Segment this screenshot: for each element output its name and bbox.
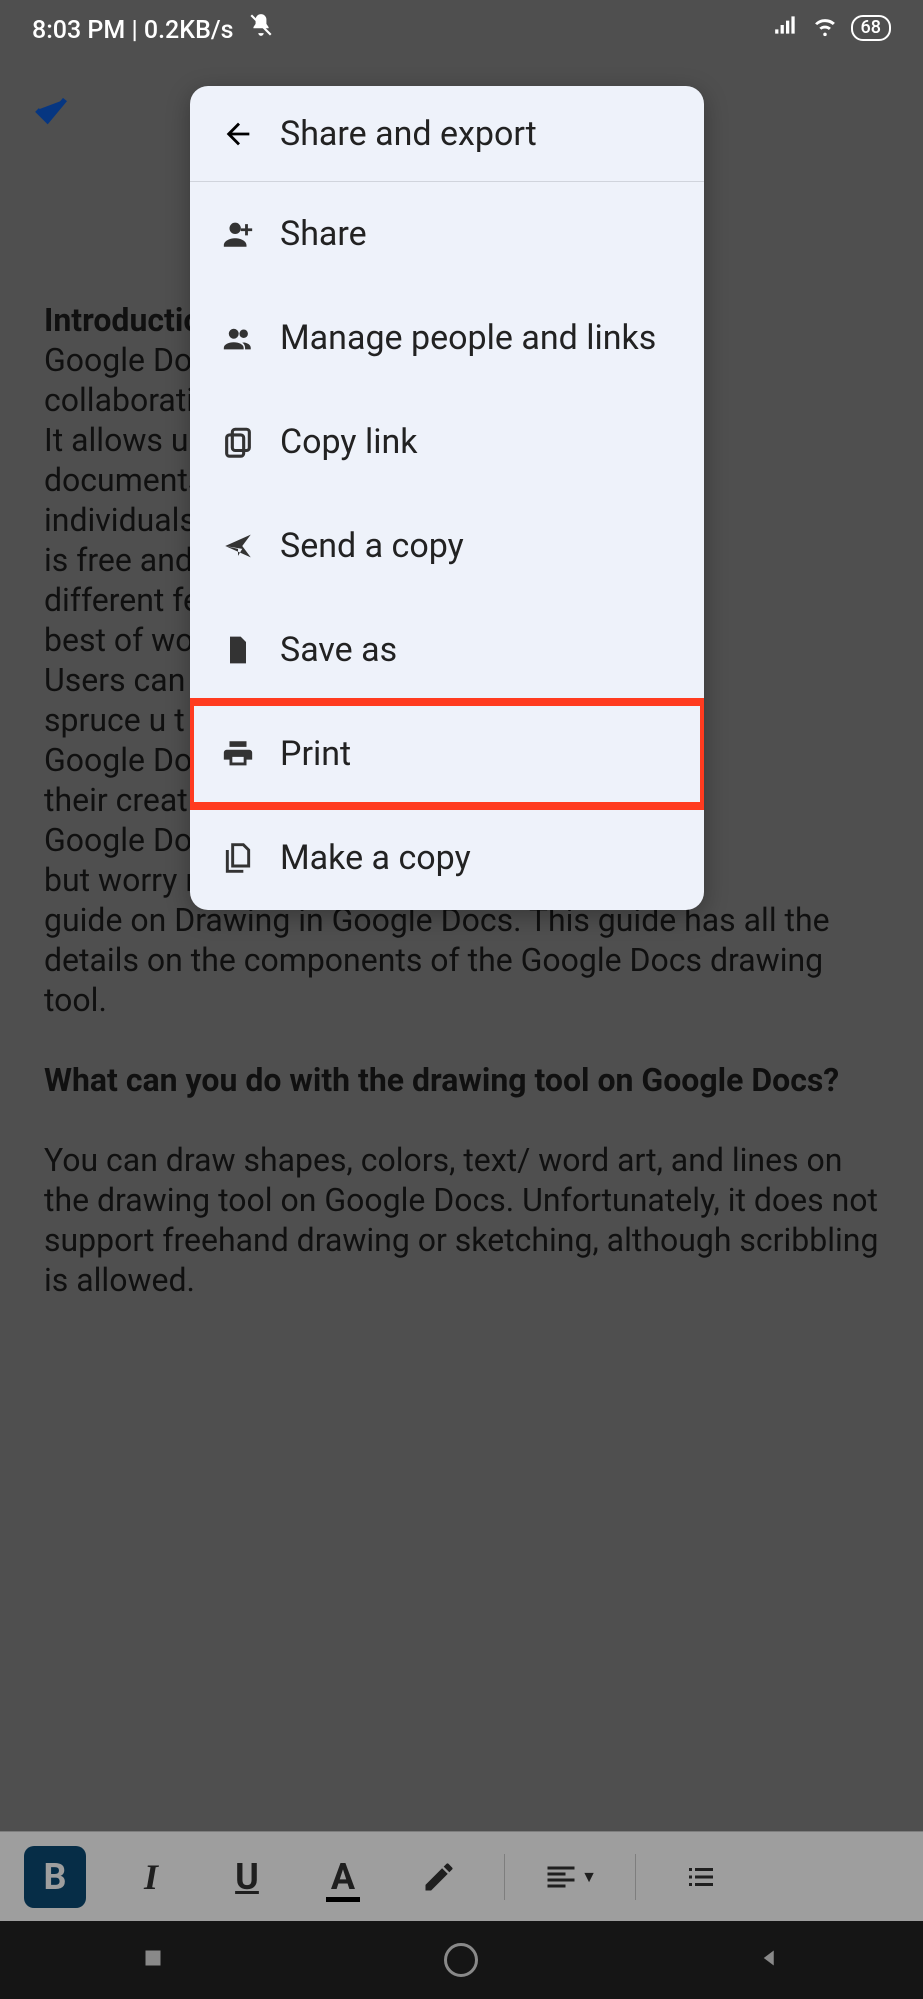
list-button[interactable] bbox=[670, 1846, 732, 1908]
status-time: 8:03 PM bbox=[32, 16, 125, 45]
menu-item-save-as[interactable]: Save as bbox=[190, 598, 704, 702]
menu-title: Share and export bbox=[280, 114, 537, 154]
doc-heading-2: What can you do with the drawing tool on… bbox=[44, 1060, 879, 1100]
toolbar-separator bbox=[504, 1854, 505, 1900]
recent-apps-button[interactable] bbox=[138, 1943, 168, 1977]
file-icon bbox=[214, 634, 262, 666]
chevron-down-icon: ▼ bbox=[581, 1867, 597, 1887]
menu-header: Share and export bbox=[190, 86, 704, 182]
people-icon bbox=[214, 321, 262, 355]
print-icon bbox=[214, 737, 262, 771]
menu-item-label: Send a copy bbox=[280, 526, 464, 566]
done-check-icon[interactable] bbox=[30, 89, 72, 142]
android-navbar bbox=[0, 1921, 923, 1999]
wifi-icon bbox=[811, 11, 839, 46]
mute-icon bbox=[248, 16, 274, 45]
doc-heading-intro: Introductio bbox=[44, 301, 201, 339]
toolbar-separator bbox=[635, 1854, 636, 1900]
menu-item-copy-link[interactable]: Copy link bbox=[190, 390, 704, 494]
menu-item-label: Save as bbox=[280, 630, 397, 670]
duplicate-icon bbox=[214, 842, 262, 874]
menu-item-label: Make a copy bbox=[280, 838, 471, 878]
share-export-menu: Share and export Share Manage people and… bbox=[190, 86, 704, 910]
battery-indicator: 68 bbox=[851, 15, 891, 41]
signal-icon bbox=[773, 12, 799, 45]
menu-item-label: Share bbox=[280, 214, 367, 254]
send-icon bbox=[214, 529, 262, 563]
copy-icon bbox=[214, 425, 262, 459]
person-add-icon bbox=[214, 217, 262, 251]
underline-button[interactable]: U bbox=[216, 1846, 278, 1908]
doc-para-2: You can draw shapes, colors, text/ word … bbox=[44, 1140, 879, 1300]
italic-button[interactable]: I bbox=[120, 1846, 182, 1908]
menu-item-label: Copy link bbox=[280, 422, 418, 462]
home-button[interactable] bbox=[444, 1943, 478, 1977]
menu-item-print[interactable]: Print bbox=[190, 702, 704, 806]
status-speed: 0.2KB/s bbox=[144, 16, 234, 45]
format-toolbar: B I U A ▼ bbox=[0, 1831, 923, 1921]
highlight-button[interactable] bbox=[408, 1846, 470, 1908]
menu-item-label: Manage people and links bbox=[280, 318, 656, 358]
menu-item-send-copy[interactable]: Send a copy bbox=[190, 494, 704, 598]
status-bar: 8:03 PM | 0.2KB/s 68 bbox=[0, 0, 923, 56]
menu-item-label: Print bbox=[280, 734, 351, 774]
back-button[interactable] bbox=[755, 1943, 785, 1977]
menu-item-manage-people[interactable]: Manage people and links bbox=[190, 286, 704, 390]
menu-back-button[interactable] bbox=[214, 117, 262, 151]
text-color-button[interactable]: A bbox=[312, 1846, 374, 1908]
status-right: 68 bbox=[773, 11, 891, 46]
menu-item-share[interactable]: Share bbox=[190, 182, 704, 286]
status-left: 8:03 PM | 0.2KB/s bbox=[32, 12, 274, 45]
bold-button[interactable]: B bbox=[24, 1846, 86, 1908]
menu-item-make-copy[interactable]: Make a copy bbox=[190, 806, 704, 910]
align-button[interactable]: ▼ bbox=[539, 1846, 601, 1908]
